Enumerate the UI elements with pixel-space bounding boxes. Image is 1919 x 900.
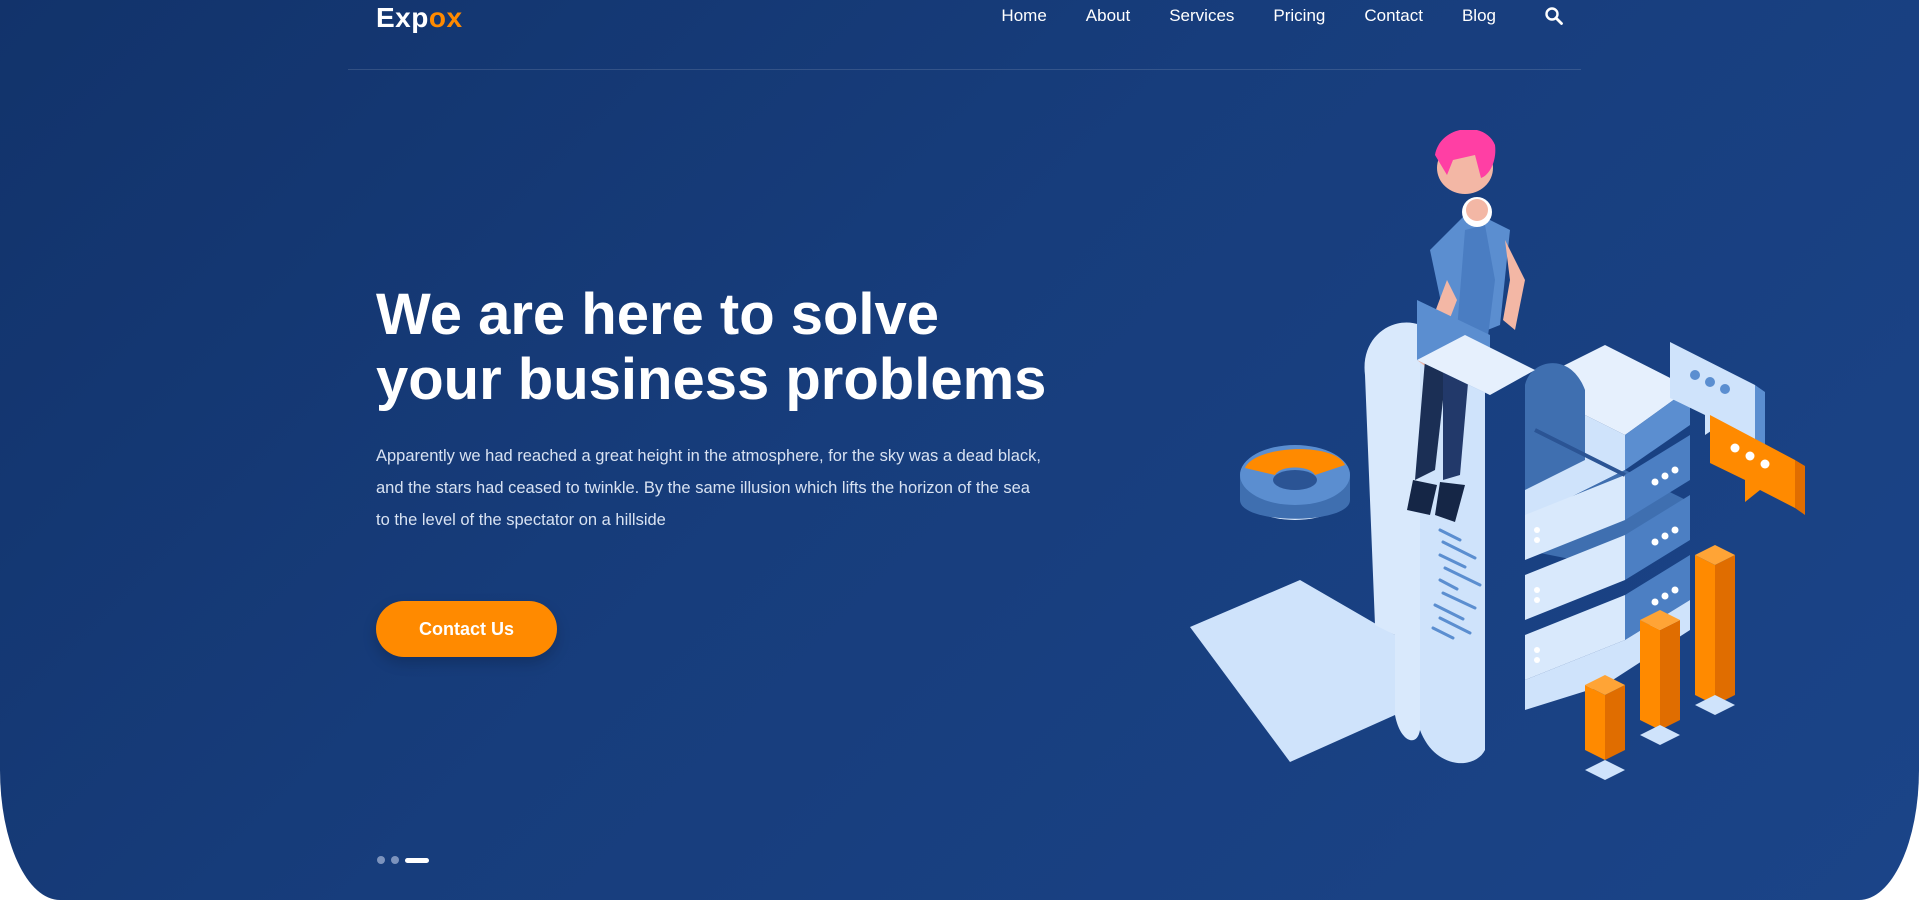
search-icon[interactable]	[1544, 6, 1564, 26]
nav-home[interactable]: Home	[1001, 6, 1046, 26]
hero-headline: We are here to solve your business probl…	[376, 282, 1046, 412]
logo-accent-text: ox	[428, 2, 463, 33]
hero-description-line-1: Apparently we had reached a great height…	[376, 447, 1041, 465]
isometric-server-illustration	[1190, 130, 1805, 780]
hero-headline-line-1: We are here to solve	[376, 282, 940, 347]
logo-main-text: Exp	[376, 2, 429, 33]
contact-us-button[interactable]: Contact Us	[376, 601, 557, 657]
hero-section: Expox Home About Services Pricing Contac…	[0, 0, 1919, 900]
nav-pricing[interactable]: Pricing	[1273, 6, 1325, 26]
slider-dot-1[interactable]	[377, 856, 385, 864]
hero-headline-line-2: your business problems	[376, 347, 1047, 412]
hero-description-line-3: to the level of the spectator on a hills…	[376, 511, 666, 529]
slider-dot-2[interactable]	[391, 856, 399, 864]
slider-dot-3-active[interactable]	[405, 857, 429, 863]
slider-pagination	[377, 856, 435, 864]
logo[interactable]: Expox	[376, 2, 463, 34]
nav-blog[interactable]: Blog	[1462, 6, 1496, 26]
hero-description: Apparently we had reached a great height…	[376, 440, 1116, 536]
nav-contact[interactable]: Contact	[1364, 6, 1423, 26]
nav-services[interactable]: Services	[1169, 6, 1234, 26]
header-divider	[348, 69, 1581, 70]
main-nav: Home About Services Pricing Contact Blog	[962, 6, 1564, 26]
hero-description-line-2: and the stars had ceased to twinkle. By …	[376, 479, 1030, 497]
nav-about[interactable]: About	[1086, 6, 1130, 26]
